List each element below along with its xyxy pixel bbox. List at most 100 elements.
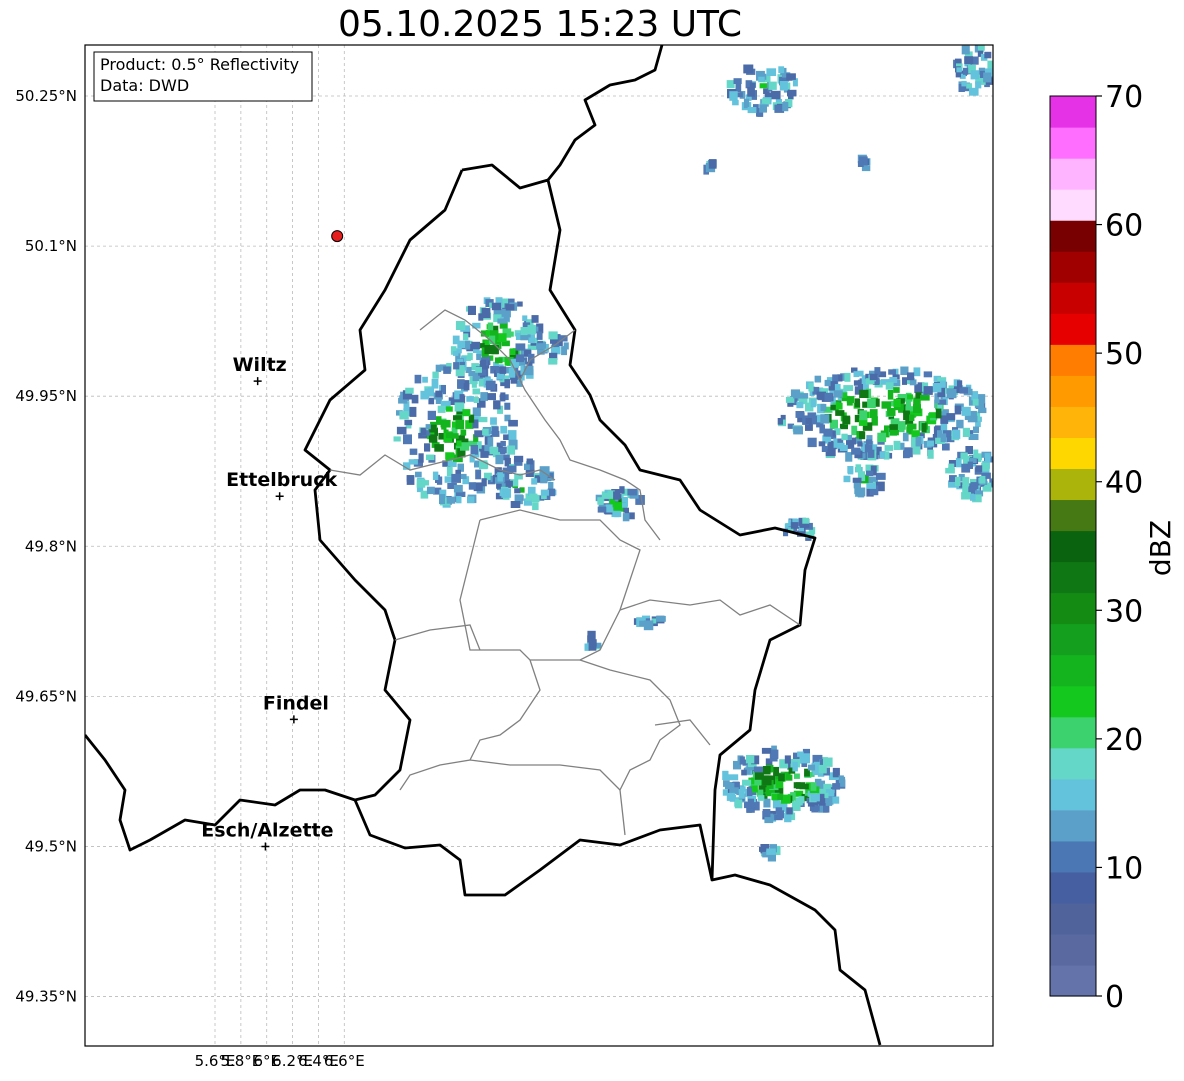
echo-cell xyxy=(959,387,968,394)
echo-cell xyxy=(451,433,459,439)
place-marker xyxy=(253,377,262,386)
echo-cell xyxy=(491,345,499,355)
echo-cell xyxy=(881,401,892,409)
echo-cell xyxy=(838,775,844,781)
echo-cell xyxy=(476,354,482,361)
colorbar-segment xyxy=(1050,933,1096,966)
echo-cell xyxy=(893,387,900,393)
echo-cell xyxy=(773,766,779,777)
echo-cell xyxy=(493,400,501,410)
echo-cell xyxy=(527,324,536,335)
echo-cell xyxy=(497,318,508,324)
radar-site-marker xyxy=(331,230,344,243)
echo-cell xyxy=(942,443,950,451)
echo-cell xyxy=(857,161,864,167)
echo-cell xyxy=(823,428,833,437)
echo-cell xyxy=(548,482,554,490)
echo-cell xyxy=(748,798,754,809)
echo-cell xyxy=(409,406,417,417)
echo-cell xyxy=(468,482,476,490)
echo-cell xyxy=(471,341,481,350)
echo-cell xyxy=(902,432,909,442)
echo-cell xyxy=(475,367,482,373)
echo-cell xyxy=(759,104,767,113)
colorbar-segment xyxy=(1050,158,1096,190)
echo-cell xyxy=(540,474,548,484)
echo-cell xyxy=(956,67,962,73)
echo-cell xyxy=(459,394,465,403)
echo-cell xyxy=(768,81,777,90)
place-marker xyxy=(261,842,270,851)
colorbar-segment xyxy=(1050,778,1096,811)
echo-cell xyxy=(952,429,961,439)
echo-cell xyxy=(435,364,442,372)
echo-cell xyxy=(531,315,539,323)
echo-cell xyxy=(778,773,785,782)
echo-cell xyxy=(867,398,876,409)
echo-cell xyxy=(515,343,526,351)
echo-cell xyxy=(921,423,927,433)
colorbar-tick-label: 50 xyxy=(1105,337,1143,372)
echo-cell xyxy=(499,366,507,374)
echo-cell xyxy=(787,89,797,97)
echo-cell xyxy=(968,433,979,440)
echo-cell xyxy=(970,494,976,501)
radar-map: 50.25°N 50.1°N 49.95°N 49.8°N 49.65°N 49.5°N 4… xyxy=(15,44,1177,1070)
echo-cell xyxy=(501,488,511,498)
echo-cell xyxy=(961,80,967,87)
echo-cell xyxy=(428,397,435,405)
echo-cell xyxy=(455,321,466,330)
colorbar-segment xyxy=(1050,623,1096,656)
echo-cell xyxy=(482,428,489,436)
echo-cell xyxy=(963,67,969,75)
echo-cell xyxy=(857,441,863,447)
echo-cell xyxy=(975,81,982,89)
colorbar-segment xyxy=(1050,313,1096,345)
echo-cell xyxy=(854,398,860,408)
echo-cell xyxy=(794,773,800,779)
echo-cell xyxy=(497,472,503,482)
echo-cell xyxy=(463,383,470,391)
echo-cell xyxy=(621,502,628,508)
echo-cell xyxy=(970,482,979,489)
echo-cell xyxy=(889,377,898,383)
echo-cell xyxy=(445,452,454,460)
echo-cell xyxy=(396,426,407,435)
echo-cell xyxy=(766,848,776,855)
echo-cell xyxy=(864,444,873,453)
echo-cell xyxy=(431,378,439,389)
echo-cell xyxy=(472,388,481,395)
colorbar-segment xyxy=(1050,220,1096,252)
echo-cell xyxy=(531,478,538,485)
echo-cell xyxy=(435,390,442,398)
echo-cell xyxy=(903,410,910,421)
lat-tick-label: 49.8°N xyxy=(25,537,77,555)
echo-cell xyxy=(425,424,431,430)
echo-cell xyxy=(739,756,745,765)
echo-cell xyxy=(923,371,933,378)
echo-cell xyxy=(920,395,930,401)
echo-cell xyxy=(485,380,496,391)
echo-cell xyxy=(445,406,453,412)
echo-cell xyxy=(406,475,415,485)
echo-cell xyxy=(975,465,983,472)
echo-cell xyxy=(819,794,825,800)
echo-cell xyxy=(825,800,833,806)
echo-cell xyxy=(940,433,947,443)
echo-cell xyxy=(613,491,621,500)
info-product: Product: 0.5° Reflectivity xyxy=(100,55,299,74)
lat-tick-label: 50.25°N xyxy=(15,87,77,105)
echo-cell xyxy=(852,477,862,483)
echo-cell xyxy=(907,394,913,400)
echo-cell xyxy=(970,70,979,80)
echo-cell xyxy=(866,470,874,477)
germany-border xyxy=(546,45,664,181)
echo-cell xyxy=(728,774,739,781)
echo-cell xyxy=(762,809,771,818)
echo-cell xyxy=(909,414,915,421)
echo-cell xyxy=(463,333,469,341)
echo-cell xyxy=(453,362,460,370)
echo-cell xyxy=(507,430,517,440)
echo-cell xyxy=(973,426,979,434)
echo-cell xyxy=(898,425,905,433)
